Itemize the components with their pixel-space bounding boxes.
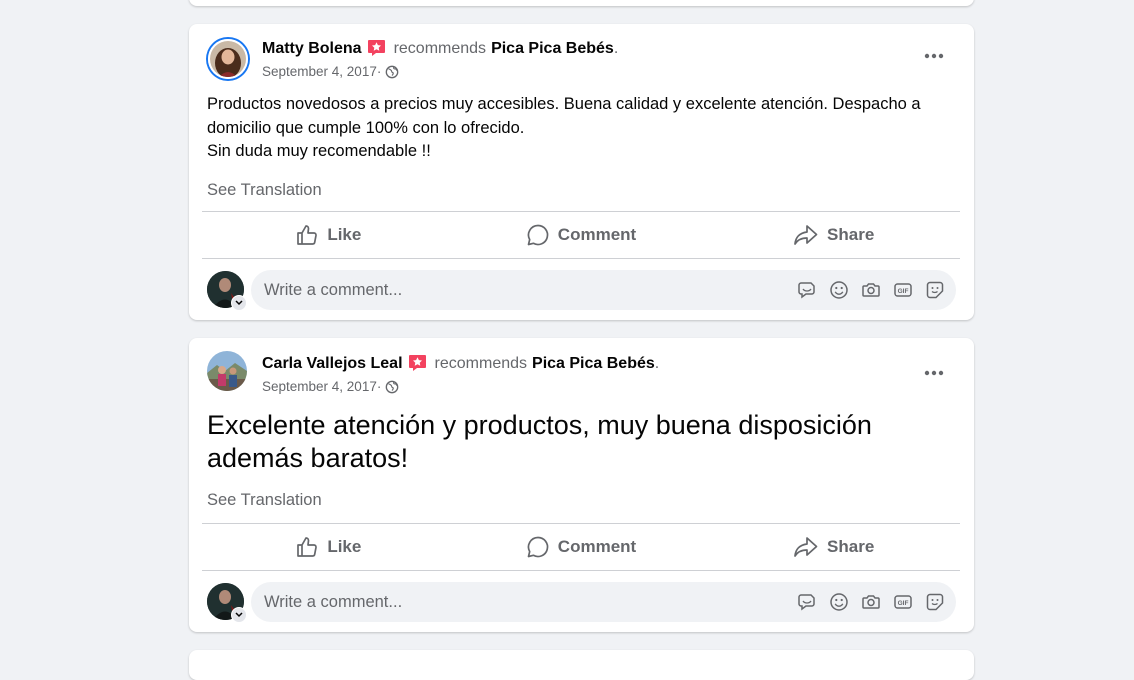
- sticker-icon[interactable]: [923, 278, 947, 302]
- svg-text:GIF: GIF: [898, 600, 909, 607]
- post-header: Matty Bolena recommends Pica Pica Bebés …: [189, 24, 974, 88]
- share-label: Share: [827, 537, 875, 556]
- page-link[interactable]: Pica Pica Bebés: [491, 40, 614, 58]
- like-button[interactable]: Like: [202, 212, 455, 258]
- post-title-line: Carla Vallejos Leal recommends Pica Pica…: [262, 355, 659, 373]
- author-name[interactable]: Carla Vallejos Leal: [262, 355, 403, 373]
- thumbs-up-icon: [297, 537, 318, 557]
- globe-icon: [386, 380, 399, 393]
- meta-separator: ·: [376, 64, 382, 79]
- recommend-star-icon: [367, 39, 386, 57]
- avatar-sticker-icon[interactable]: [795, 590, 819, 614]
- post-actions: Like Comment Share: [202, 211, 960, 259]
- svg-text:GIF: GIF: [898, 288, 909, 295]
- comment-composer: GIF: [207, 581, 956, 623]
- page-link[interactable]: Pica Pica Bebés: [532, 355, 655, 373]
- like-label: Like: [327, 225, 362, 244]
- comment-input[interactable]: [251, 591, 787, 613]
- title-period: .: [613, 40, 619, 57]
- meta-separator: ·: [376, 379, 382, 394]
- more-dots-icon[interactable]: [922, 361, 946, 385]
- post-header: Carla Vallejos Leal recommends Pica Pica…: [189, 338, 974, 402]
- camera-icon[interactable]: [859, 278, 883, 302]
- post-meta: September 4, 2017 ·: [262, 64, 399, 79]
- share-arrow-icon: [794, 225, 818, 245]
- post-text: Productos novedosos a precios muy accesi…: [207, 95, 921, 160]
- review-post: Matty Bolena recommends Pica Pica Bebés …: [189, 24, 974, 320]
- author-avatar[interactable]: [208, 39, 248, 79]
- chevron-down-icon[interactable]: [231, 295, 247, 311]
- next-post-card-edge: [189, 650, 974, 680]
- title-period: .: [654, 355, 660, 372]
- post-text: Excelente atención y productos, muy buen…: [207, 410, 872, 473]
- previous-post-card-edge: [189, 0, 974, 6]
- share-button[interactable]: Share: [707, 524, 960, 570]
- post-actions: Like Comment Share: [202, 523, 960, 571]
- like-label: Like: [327, 537, 362, 556]
- comment-tools: GIF: [787, 590, 956, 614]
- more-dots-icon[interactable]: [922, 44, 946, 68]
- emoji-icon[interactable]: [827, 590, 851, 614]
- post-title-line: Matty Bolena recommends Pica Pica Bebés …: [262, 40, 618, 58]
- recommends-label: recommends: [434, 355, 528, 372]
- comment-button[interactable]: Comment: [455, 212, 708, 258]
- thumbs-up-icon: [297, 225, 318, 245]
- speech-bubble-icon: [527, 224, 549, 246]
- gif-icon[interactable]: GIF: [891, 278, 915, 302]
- share-arrow-icon: [794, 537, 818, 557]
- comment-field: GIF: [251, 582, 956, 622]
- gif-icon[interactable]: GIF: [891, 590, 915, 614]
- comment-field: GIF: [251, 270, 956, 310]
- recommend-star-icon: [408, 354, 427, 372]
- review-post: Carla Vallejos Leal recommends Pica Pica…: [189, 338, 974, 632]
- comment-input[interactable]: [251, 279, 787, 301]
- speech-bubble-icon: [527, 536, 549, 558]
- see-translation-link[interactable]: See Translation: [189, 491, 974, 510]
- share-label: Share: [827, 225, 875, 244]
- comment-tools: GIF: [787, 278, 956, 302]
- emoji-icon[interactable]: [827, 278, 851, 302]
- see-translation-link[interactable]: See Translation: [189, 181, 974, 200]
- author-name[interactable]: Matty Bolena: [262, 40, 362, 58]
- comment-composer: GIF: [207, 269, 956, 311]
- comment-button[interactable]: Comment: [455, 524, 708, 570]
- post-meta: September 4, 2017 ·: [262, 379, 399, 394]
- avatar-sticker-icon[interactable]: [795, 278, 819, 302]
- post-date[interactable]: September 4, 2017: [262, 64, 377, 79]
- author-avatar[interactable]: [207, 351, 247, 391]
- sticker-icon[interactable]: [923, 590, 947, 614]
- recommends-label: recommends: [393, 40, 487, 57]
- comment-label: Comment: [557, 537, 637, 556]
- share-button[interactable]: Share: [707, 212, 960, 258]
- like-button[interactable]: Like: [202, 524, 455, 570]
- globe-icon: [386, 65, 399, 78]
- comment-label: Comment: [557, 225, 637, 244]
- chevron-down-icon[interactable]: [231, 607, 247, 623]
- camera-icon[interactable]: [859, 590, 883, 614]
- post-date[interactable]: September 4, 2017: [262, 379, 377, 394]
